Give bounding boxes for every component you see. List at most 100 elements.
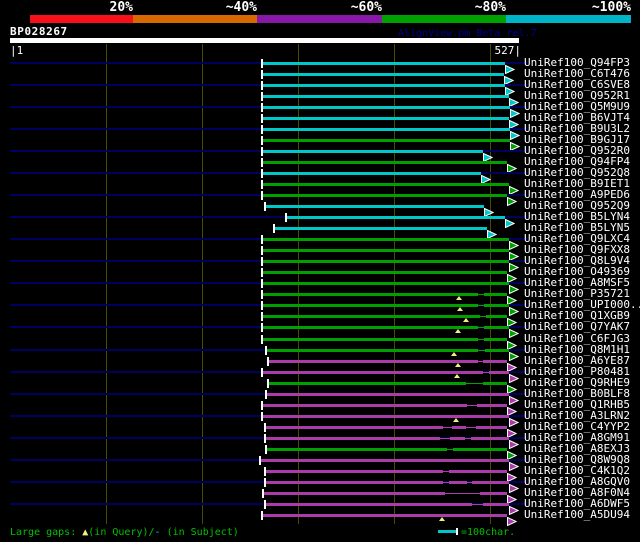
alignment-arrow-icon[interactable] bbox=[510, 103, 521, 119]
alignment-arrow-icon[interactable] bbox=[484, 202, 495, 218]
alignment-bar[interactable] bbox=[263, 304, 478, 307]
alignment-bar[interactable] bbox=[263, 139, 510, 142]
alignment-bar[interactable] bbox=[263, 282, 509, 285]
alignment-bar[interactable] bbox=[450, 437, 465, 440]
alignment-bar[interactable] bbox=[266, 426, 443, 429]
alignment-bar[interactable] bbox=[266, 481, 443, 484]
alignment-bar[interactable] bbox=[263, 194, 507, 197]
alignment-bar[interactable] bbox=[267, 448, 447, 451]
alignment-bar[interactable] bbox=[263, 117, 509, 120]
alignment-arrow-icon[interactable] bbox=[507, 312, 518, 328]
alignment-bar[interactable] bbox=[453, 448, 507, 451]
alignment-arrow-icon[interactable] bbox=[509, 246, 520, 262]
alignment-arrow-icon[interactable] bbox=[509, 257, 520, 273]
alignment-bar[interactable] bbox=[472, 481, 509, 484]
alignment-bar[interactable] bbox=[263, 338, 478, 341]
alignment-bar[interactable] bbox=[476, 426, 507, 429]
alignment-arrow-icon[interactable] bbox=[507, 401, 518, 417]
alignment-bar[interactable] bbox=[483, 382, 507, 385]
alignment-arrow-icon[interactable] bbox=[483, 147, 494, 163]
alignment-bar[interactable] bbox=[263, 106, 510, 109]
alignment-bar[interactable] bbox=[275, 227, 487, 230]
alignment-arrow-icon[interactable] bbox=[507, 467, 518, 483]
alignment-bar[interactable] bbox=[449, 470, 507, 473]
alignment-bar[interactable] bbox=[269, 360, 478, 363]
alignment-arrow-icon[interactable] bbox=[509, 368, 520, 384]
alignment-bar[interactable] bbox=[266, 437, 440, 440]
alignment-arrow-icon[interactable] bbox=[509, 412, 520, 428]
alignment-arrow-icon[interactable] bbox=[509, 456, 520, 472]
alignment-arrow-icon[interactable] bbox=[505, 213, 516, 229]
alignment-arrow-icon[interactable] bbox=[481, 169, 492, 185]
alignment-arrow-icon[interactable] bbox=[509, 346, 520, 362]
alignment-bar[interactable] bbox=[263, 238, 509, 241]
alignment-arrow-icon[interactable] bbox=[509, 301, 520, 317]
alignment-bar[interactable] bbox=[263, 161, 507, 164]
alignment-bar[interactable] bbox=[263, 128, 510, 131]
hit-label[interactable]: UniRef100_A5DU94 bbox=[524, 509, 630, 520]
alignment-bar[interactable] bbox=[263, 172, 481, 175]
alignment-arrow-icon[interactable] bbox=[509, 390, 520, 406]
alignment-arrow-icon[interactable] bbox=[507, 489, 518, 505]
alignment-arrow-icon[interactable] bbox=[509, 235, 520, 251]
alignment-arrow-icon[interactable] bbox=[509, 500, 520, 516]
alignment-bar[interactable] bbox=[263, 315, 480, 318]
alignment-arrow-icon[interactable] bbox=[507, 191, 518, 207]
alignment-bar[interactable] bbox=[489, 371, 509, 374]
alignment-arrow-icon[interactable] bbox=[507, 268, 518, 284]
alignment-bar[interactable] bbox=[484, 293, 507, 296]
alignment-bar[interactable] bbox=[263, 371, 483, 374]
alignment-bar[interactable] bbox=[264, 492, 445, 495]
alignment-bar[interactable] bbox=[263, 84, 505, 87]
alignment-arrow-icon[interactable] bbox=[507, 357, 518, 373]
alignment-bar[interactable] bbox=[263, 150, 483, 153]
alignment-bar[interactable] bbox=[485, 349, 509, 352]
alignment-bar[interactable] bbox=[263, 95, 509, 98]
alignment-bar[interactable] bbox=[267, 349, 478, 352]
alignment-bar[interactable] bbox=[263, 249, 509, 252]
alignment-bar[interactable] bbox=[263, 514, 507, 517]
alignment-bar[interactable] bbox=[483, 360, 507, 363]
alignment-arrow-icon[interactable] bbox=[507, 290, 518, 306]
alignment-bar[interactable] bbox=[263, 183, 509, 186]
alignment-arrow-icon[interactable] bbox=[507, 423, 518, 439]
alignment-arrow-icon[interactable] bbox=[505, 81, 516, 97]
alignment-bar[interactable] bbox=[266, 470, 443, 473]
alignment-bar[interactable] bbox=[263, 293, 478, 296]
hit-label[interactable]: UniRef100_Q7YAK7 bbox=[524, 321, 630, 332]
alignment-arrow-icon[interactable] bbox=[507, 158, 518, 174]
alignment-bar[interactable] bbox=[263, 73, 504, 76]
alignment-bar[interactable] bbox=[266, 205, 484, 208]
alignment-bar[interactable] bbox=[263, 415, 509, 418]
alignment-arrow-icon[interactable] bbox=[504, 70, 515, 86]
alignment-bar[interactable] bbox=[452, 426, 466, 429]
alignment-bar[interactable] bbox=[267, 393, 509, 396]
alignment-bar[interactable] bbox=[484, 326, 509, 329]
alignment-arrow-icon[interactable] bbox=[509, 180, 520, 196]
alignment-bar[interactable] bbox=[484, 338, 507, 341]
alignment-bar[interactable] bbox=[287, 216, 505, 219]
alignment-bar[interactable] bbox=[263, 271, 507, 274]
alignment-arrow-icon[interactable] bbox=[507, 379, 518, 395]
alignment-bar[interactable] bbox=[261, 459, 509, 462]
alignment-bar[interactable] bbox=[263, 62, 505, 65]
alignment-bar[interactable] bbox=[263, 404, 467, 407]
alignment-bar[interactable] bbox=[263, 260, 509, 263]
alignment-arrow-icon[interactable] bbox=[509, 434, 520, 450]
alignment-bar[interactable] bbox=[483, 503, 509, 506]
alignment-arrow-icon[interactable] bbox=[509, 92, 520, 108]
alignment-arrow-icon[interactable] bbox=[505, 59, 516, 75]
alignment-bar[interactable] bbox=[266, 503, 472, 506]
alignment-arrow-icon[interactable] bbox=[509, 478, 520, 494]
alignment-arrow-icon[interactable] bbox=[510, 136, 521, 152]
alignment-arrow-icon[interactable] bbox=[487, 224, 498, 240]
alignment-bar[interactable] bbox=[477, 404, 507, 407]
alignment-bar[interactable] bbox=[486, 315, 507, 318]
alignment-arrow-icon[interactable] bbox=[509, 323, 520, 339]
alignment-bar[interactable] bbox=[484, 304, 509, 307]
alignment-arrow-icon[interactable] bbox=[507, 335, 518, 351]
alignment-bar[interactable] bbox=[263, 326, 478, 329]
alignment-bar[interactable] bbox=[449, 481, 467, 484]
alignment-bar[interactable] bbox=[480, 492, 507, 495]
alignment-arrow-icon[interactable] bbox=[507, 445, 518, 461]
